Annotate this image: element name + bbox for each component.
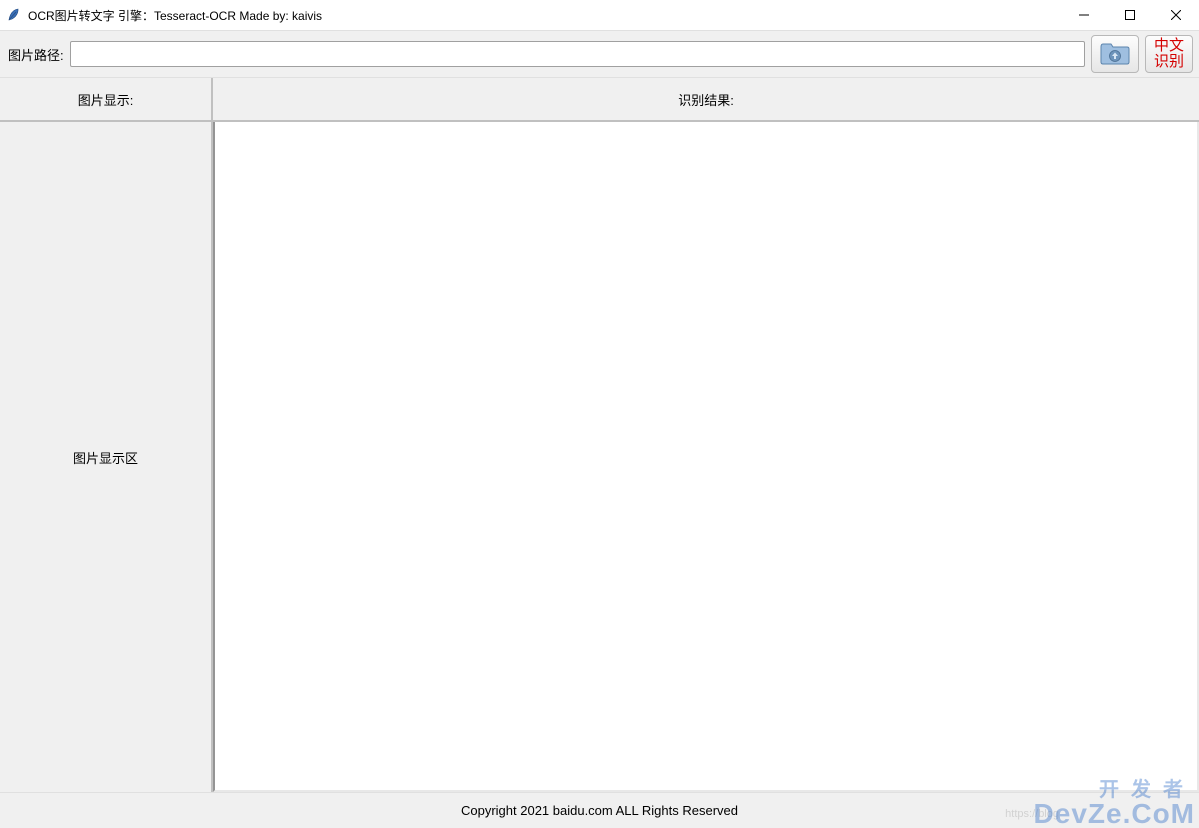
window-title: OCR图片转文字 引擎：Tesseract-OCR Made by: kaivi…	[28, 7, 322, 24]
path-label: 图片路径:	[8, 45, 64, 64]
titlebar: OCR图片转文字 引擎：Tesseract-OCR Made by: kaivi…	[0, 0, 1199, 30]
main-area: 图片显示: 图片显示区 识别结果:	[0, 78, 1199, 792]
close-button[interactable]	[1153, 0, 1199, 30]
image-display-area: 图片显示区	[0, 122, 211, 792]
image-placeholder-text: 图片显示区	[73, 448, 138, 467]
footer: Copyright 2021 baidu.com ALL Rights Rese…	[0, 792, 1199, 828]
copyright-text: Copyright 2021 baidu.com ALL Rights Rese…	[461, 803, 738, 818]
recognize-button[interactable]: 中文 识别	[1145, 35, 1193, 73]
maximize-button[interactable]	[1107, 0, 1153, 30]
toolbar: 图片路径: 中文 识别	[0, 30, 1199, 78]
app-feather-icon	[6, 7, 22, 23]
result-header: 识别结果:	[213, 78, 1199, 122]
folder-upload-icon	[1099, 39, 1131, 70]
result-text-area[interactable]	[213, 122, 1199, 792]
image-display-header: 图片显示:	[0, 78, 211, 122]
image-path-input[interactable]	[70, 41, 1085, 67]
result-panel: 识别结果:	[213, 78, 1199, 792]
window-controls	[1061, 0, 1199, 30]
minimize-button[interactable]	[1061, 0, 1107, 30]
open-image-button[interactable]	[1091, 35, 1139, 73]
image-display-panel: 图片显示: 图片显示区	[0, 78, 213, 792]
